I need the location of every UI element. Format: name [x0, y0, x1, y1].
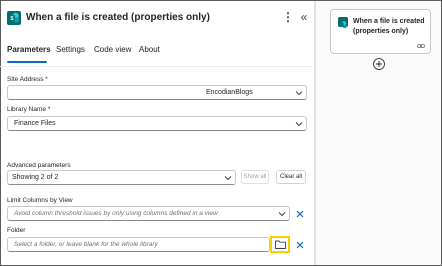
add-step-button[interactable] — [373, 58, 385, 70]
folder-label: Folder — [7, 227, 26, 234]
chevron-down-icon — [295, 122, 303, 127]
properties-panel — [1, 1, 314, 265]
tab-about[interactable]: About — [139, 45, 160, 54]
site-address-value: EncodianBlogs — [206, 89, 253, 96]
library-name-label: Library Name * — [7, 106, 51, 113]
library-name-value: Finance Files — [14, 120, 56, 127]
remove-folder-icon[interactable] — [295, 240, 305, 250]
sharepoint-icon — [338, 17, 348, 29]
limit-columns-dropdown[interactable]: Avoid column threshold issues by only us… — [7, 206, 290, 221]
tab-settings[interactable]: Settings — [56, 45, 85, 54]
folder-icon — [275, 240, 286, 249]
advanced-parameters-dropdown[interactable]: Showing 2 of 2 — [7, 170, 236, 185]
chevron-down-icon — [224, 176, 232, 181]
tab-divider — [0, 66, 313, 67]
chevron-down-icon — [278, 212, 286, 217]
sharepoint-icon: S — [7, 11, 21, 25]
trigger-card-title: When a file is created (properties only) — [353, 18, 425, 35]
link-icon — [417, 44, 425, 48]
tab-parameters[interactable]: Parameters — [7, 45, 51, 54]
advanced-parameters-value: Showing 2 of 2 — [12, 174, 59, 181]
site-address-label: Site Address * — [7, 76, 48, 83]
show-all-button[interactable]: Show all — [241, 170, 269, 184]
folder-picker-button[interactable] — [270, 236, 290, 253]
trigger-card[interactable]: When a file is created (properties only) — [330, 9, 431, 54]
plus-icon — [376, 61, 382, 67]
tab-code-view[interactable]: Code view — [94, 45, 131, 54]
folder-placeholder: Select a folder, or leave blank for the … — [14, 241, 158, 248]
panel-title: When a file is created (properties only) — [26, 12, 210, 23]
advanced-parameters-label: Advanced parameters — [7, 162, 71, 169]
chevron-down-icon — [295, 91, 303, 96]
remove-limit-columns-icon[interactable] — [295, 209, 305, 219]
limit-columns-placeholder: Avoid column threshold issues by only us… — [14, 210, 218, 217]
double-chevron-left-icon[interactable]: « — [298, 9, 310, 25]
folder-input[interactable]: Select a folder, or leave blank for the … — [7, 237, 270, 252]
limit-columns-label: Limit Columns by View — [7, 197, 73, 204]
clear-all-button[interactable]: Clear all — [276, 170, 306, 184]
site-address-dropdown[interactable]: EncodianBlogs — [7, 85, 307, 100]
library-name-dropdown[interactable]: Finance Files — [7, 116, 307, 131]
more-vertical-icon[interactable]: ⋮ — [282, 9, 294, 25]
active-tab-indicator — [7, 61, 47, 63]
